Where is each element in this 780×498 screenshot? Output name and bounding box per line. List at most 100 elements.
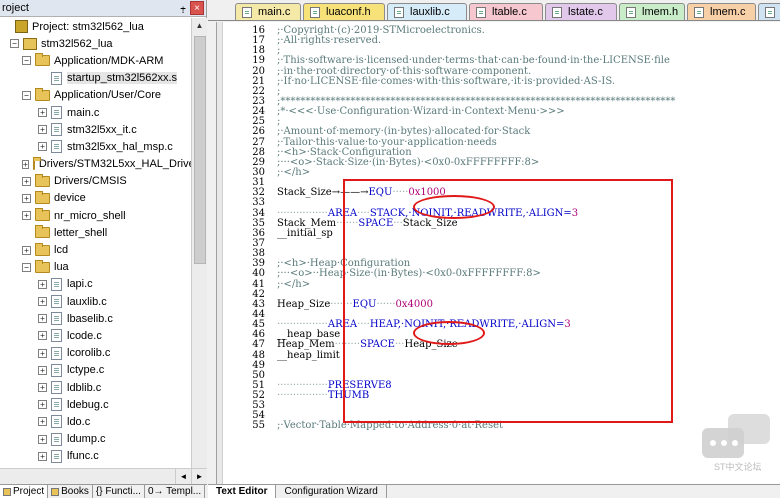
tree-file[interactable]: + lauxlib.c <box>0 293 191 310</box>
tree-folder[interactable]: − Application/MDK-ARM <box>0 52 191 69</box>
tree-item-label: lauxlib.c <box>67 295 107 308</box>
expand-icon[interactable]: + <box>38 142 47 152</box>
file-tab[interactable]: lstate.c <box>545 3 617 20</box>
tree-folder[interactable]: letter_shell <box>0 224 191 241</box>
tree-vertical-scrollbar[interactable]: ▲ <box>191 18 207 468</box>
collapse-icon[interactable]: − <box>22 262 31 272</box>
tree-item-label: Drivers/STM32L5xx_HAL_Drive <box>38 158 191 171</box>
code-line: 17 ;·All·rights·reserved. <box>227 35 780 46</box>
tree-item-label: lcorolib.c <box>67 347 111 360</box>
folder-icon <box>35 190 50 204</box>
file-tab[interactable]: luaconf.h <box>303 3 385 20</box>
close-panel-button[interactable]: × <box>190 1 204 15</box>
expand-icon[interactable]: + <box>38 383 47 393</box>
file-tab[interactable]: ltable.c <box>469 3 543 20</box>
code-token: ······· <box>336 217 359 229</box>
file-icon <box>51 277 62 291</box>
file-icon <box>626 7 636 18</box>
tree-file[interactable]: + stm32l5xx_it.c <box>0 121 191 138</box>
scroll-right-icon[interactable]: ► <box>191 469 207 484</box>
tree-file[interactable]: + ldebug.c <box>0 396 191 413</box>
file-icon <box>51 381 62 395</box>
tab-label: {} Functi... <box>95 486 141 497</box>
code-token: ················ <box>277 390 328 402</box>
tab-project[interactable]: Project <box>0 485 49 498</box>
file-tab[interactable]: lmem.c <box>687 3 756 20</box>
expand-icon[interactable]: + <box>38 108 47 118</box>
code-line: 30 ;·</h> <box>227 167 780 178</box>
tab-configuration-wizard[interactable]: Configuration Wizard <box>276 485 387 498</box>
file-tab[interactable]: lmem.h <box>619 3 685 20</box>
expand-icon[interactable]: + <box>22 211 31 221</box>
code-token: 0x4000 <box>395 298 433 310</box>
tab-text-editor[interactable]: Text Editor <box>208 485 277 498</box>
tab-functions[interactable]: {} Functi... <box>93 485 145 498</box>
scroll-up-icon[interactable]: ▲ <box>192 18 207 34</box>
tree-folder[interactable]: + device <box>0 190 191 207</box>
tab-templates[interactable]: 0→ Templ... <box>145 485 206 498</box>
expand-icon[interactable]: + <box>38 348 47 358</box>
tree-file[interactable]: + lfunc.c <box>0 448 191 465</box>
file-icon <box>51 346 62 360</box>
expand-icon[interactable]: + <box>38 400 47 410</box>
expand-icon[interactable]: + <box>38 297 47 307</box>
tree-file[interactable]: + lapi.c <box>0 276 191 293</box>
expand-icon[interactable]: + <box>38 279 47 289</box>
collapse-icon[interactable]: − <box>22 90 31 100</box>
code-line: 49 <box>227 360 780 371</box>
expand-icon[interactable]: + <box>22 176 31 186</box>
tree-file[interactable]: startup_stm32l562xx.s <box>0 70 191 87</box>
tree-folder[interactable]: + Drivers/STM32L5xx_HAL_Drive <box>0 156 191 173</box>
expand-icon[interactable]: + <box>22 245 31 255</box>
code-token: Heap_Size <box>277 298 331 310</box>
tree-item-label: ldump.c <box>67 433 106 446</box>
expand-icon[interactable]: + <box>38 125 47 135</box>
tree-file[interactable]: + ldblib.c <box>0 379 191 396</box>
line-number: 40 <box>252 268 265 280</box>
file-icon <box>552 7 562 18</box>
tree-item-label: lapi.c <box>67 278 93 291</box>
code-editor[interactable]: 16 ;·Copyright·(c)·2019·STMicroelectronic… <box>216 22 780 484</box>
scroll-left-icon[interactable]: ◄ <box>175 469 191 484</box>
expand-icon[interactable]: + <box>38 365 47 375</box>
tree-horizontal-scrollbar[interactable]: ◄ ► <box>0 468 207 484</box>
tree-file[interactable]: + ldo.c <box>0 413 191 430</box>
collapse-icon[interactable]: − <box>10 39 19 49</box>
tree-file[interactable]: + lbaselib.c <box>0 310 191 327</box>
code-token: ;···<o>·Stack·Size·(in·Bytes)·<0x0-0xFFF… <box>277 156 540 168</box>
tree-item-label: nr_micro_shell <box>54 209 126 222</box>
tree-node[interactable]: Project: stm32l562_lua <box>0 18 191 35</box>
folder-icon <box>35 87 50 101</box>
tree-file[interactable]: + ldump.c <box>0 431 191 448</box>
tree-file[interactable]: + main.c <box>0 104 191 121</box>
pin-icon[interactable]: ⨥ <box>176 3 190 14</box>
file-icon <box>51 123 62 137</box>
expand-icon[interactable]: + <box>38 314 47 324</box>
expand-icon[interactable]: + <box>38 331 47 341</box>
tree-file[interactable]: + stm32l5xx_hal_msp.c <box>0 138 191 155</box>
tree-file[interactable]: + lcorolib.c <box>0 345 191 362</box>
code-line: 21 ;·If·no·LICENSE·file·comes·with·this·s… <box>227 76 780 87</box>
code-token: SPACE <box>358 217 394 229</box>
file-tab[interactable]: lstate.h <box>758 3 780 20</box>
expand-icon[interactable]: + <box>22 159 29 169</box>
collapse-icon[interactable]: − <box>22 56 31 66</box>
expand-icon[interactable]: + <box>38 434 47 444</box>
tree-folder[interactable]: + lcd <box>0 241 191 258</box>
tree-folder[interactable]: − Application/User/Core <box>0 87 191 104</box>
tab-books[interactable]: Books <box>48 485 93 498</box>
code-token: Stack_Size→——→ <box>277 187 369 199</box>
tree-folder[interactable]: + Drivers/CMSIS <box>0 173 191 190</box>
expand-icon[interactable]: + <box>38 417 47 427</box>
scrollbar-thumb[interactable] <box>194 36 206 264</box>
file-tab[interactable]: main.c <box>235 3 301 20</box>
file-tab[interactable]: lauxlib.c <box>387 3 467 20</box>
tree-node[interactable]: − stm32l562_lua <box>0 35 191 52</box>
tree-folder[interactable]: + nr_micro_shell <box>0 207 191 224</box>
tree-file[interactable]: + lctype.c <box>0 362 191 379</box>
watermark-text: ST中文论坛 <box>714 462 762 472</box>
tree-file[interactable]: + lcode.c <box>0 327 191 344</box>
expand-icon[interactable]: + <box>38 451 47 461</box>
tree-folder[interactable]: − lua <box>0 259 191 276</box>
expand-icon[interactable]: + <box>22 193 31 203</box>
